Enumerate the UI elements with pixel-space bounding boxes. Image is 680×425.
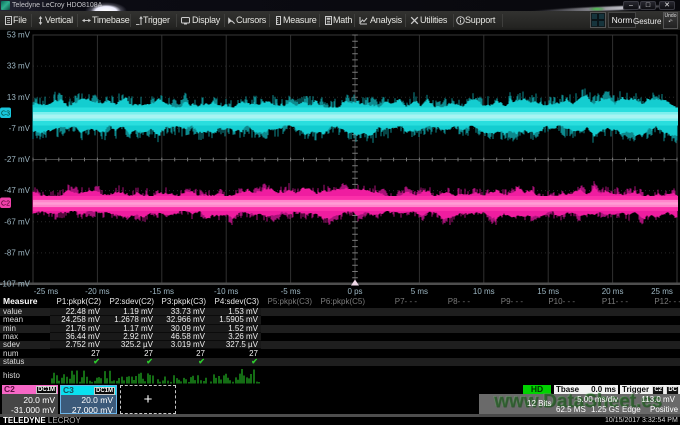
svg-text:-107 mV: -107 mV: [0, 280, 31, 289]
svg-text:13 mV: 13 mV: [7, 93, 31, 102]
svg-text:-27 mV: -27 mV: [4, 155, 30, 164]
svg-text:-87 mV: -87 mV: [4, 249, 30, 258]
svg-text:53 mV: 53 mV: [7, 31, 31, 40]
svg-text:-67 mV: -67 mV: [4, 217, 30, 226]
svg-text:15 ms: 15 ms: [537, 287, 559, 296]
svg-text:C3: C3: [1, 111, 10, 118]
svg-text:10 ms: 10 ms: [473, 287, 495, 296]
svg-text:C2: C2: [1, 201, 10, 208]
svg-text:-25 ms: -25 ms: [34, 287, 58, 296]
svg-text:-47 mV: -47 mV: [4, 186, 30, 195]
svg-text:-5 ms: -5 ms: [281, 287, 301, 296]
svg-text:-20 ms: -20 ms: [85, 287, 109, 296]
svg-text:20 ms: 20 ms: [602, 287, 624, 296]
svg-text:-7 mV: -7 mV: [9, 124, 31, 133]
svg-text:-15 ms: -15 ms: [150, 287, 174, 296]
svg-text:33 mV: 33 mV: [7, 62, 31, 71]
svg-text:0 ps: 0 ps: [347, 287, 362, 296]
svg-text:-10 ms: -10 ms: [214, 287, 238, 296]
svg-text:25 ms: 25 ms: [651, 287, 673, 296]
svg-text:5 ms: 5 ms: [411, 287, 428, 296]
